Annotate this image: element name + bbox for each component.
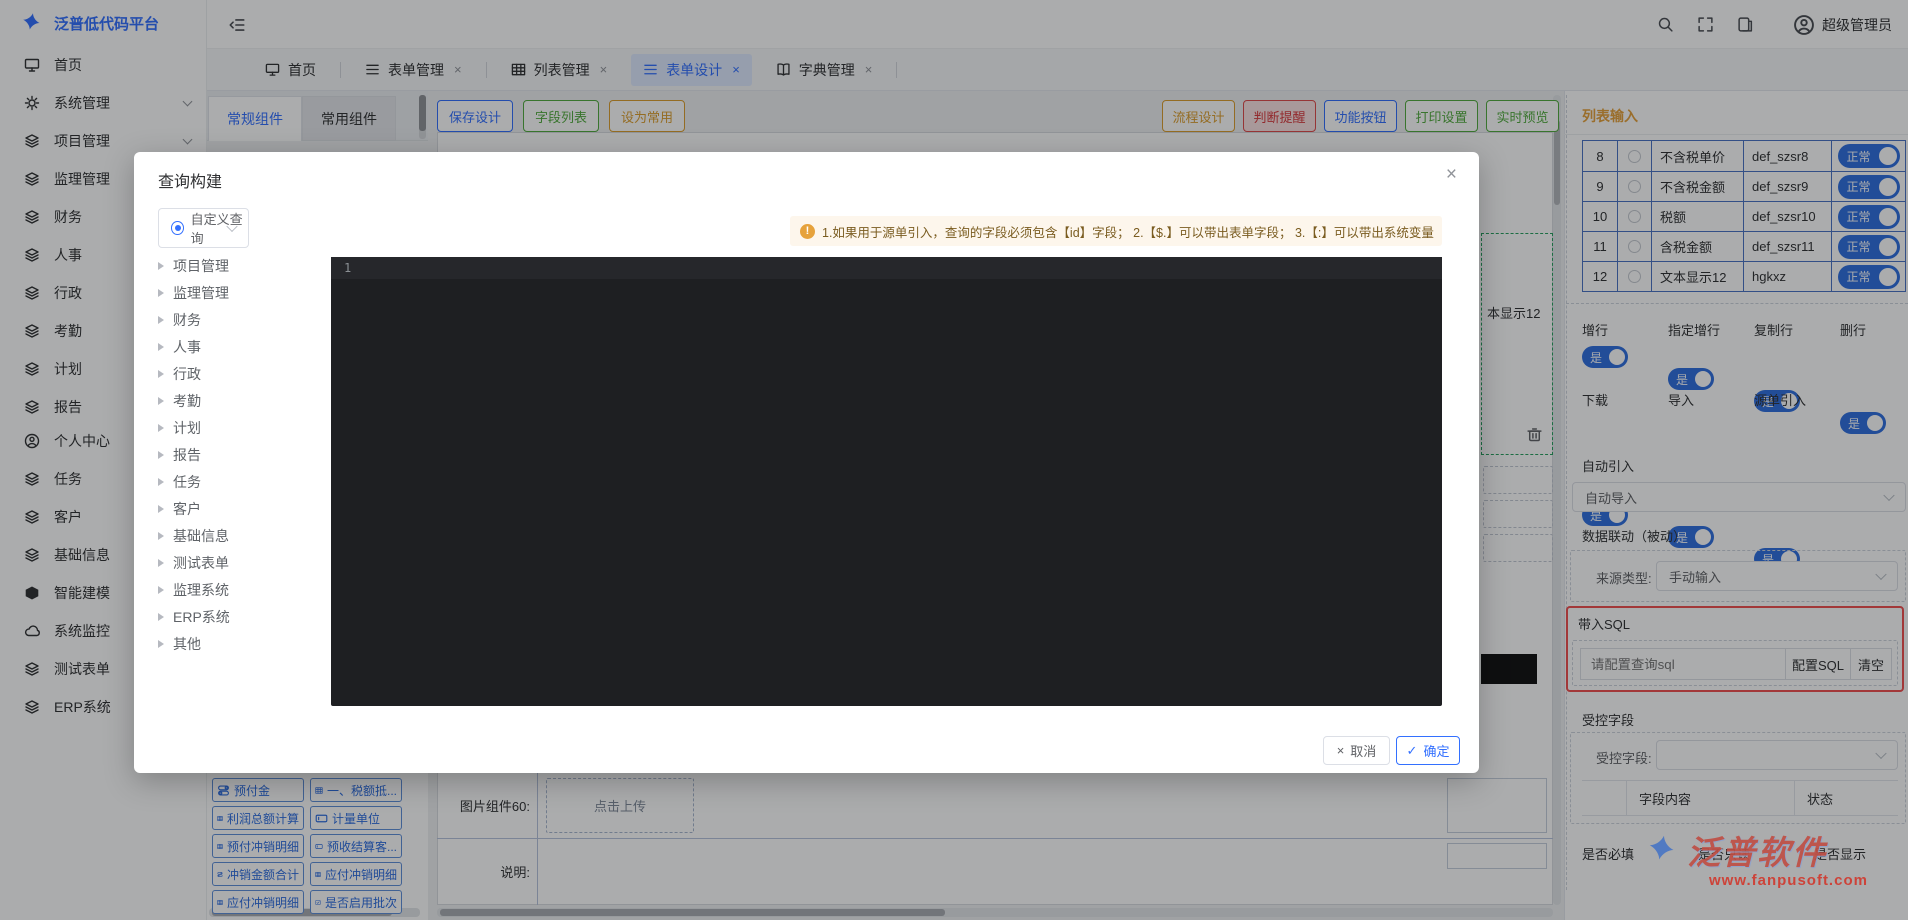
tree-item[interactable]: 监理管理	[154, 279, 330, 306]
caret-right-icon	[158, 505, 164, 513]
tree-item[interactable]: 行政	[154, 360, 330, 387]
tree-item[interactable]: 财务	[154, 306, 330, 333]
tree-item[interactable]: 项目管理	[154, 252, 330, 279]
sql-code-editor[interactable]: 1	[331, 257, 1442, 706]
caret-right-icon	[158, 262, 164, 270]
caret-right-icon	[158, 343, 164, 351]
radio-dot	[171, 221, 184, 235]
tree-item[interactable]: 监理系统	[154, 576, 330, 603]
warning-icon: !	[800, 224, 815, 239]
caret-right-icon	[158, 289, 164, 297]
check-icon: ✓	[1407, 743, 1418, 759]
caret-right-icon	[158, 370, 164, 378]
caret-right-icon	[158, 532, 164, 540]
tree-item[interactable]: 计划	[154, 414, 330, 441]
caret-right-icon	[158, 586, 164, 594]
warning-banner: ! 1.如果用于源单引入，查询的字段必须包含【id】字段； 2.【$.】可以带出…	[790, 216, 1442, 246]
close-icon: ×	[1337, 743, 1345, 758]
caret-right-icon	[158, 640, 164, 648]
confirm-button[interactable]: ✓ 确定	[1396, 736, 1460, 765]
tree-item[interactable]: 基础信息	[154, 522, 330, 549]
tree-item[interactable]: 考勤	[154, 387, 330, 414]
tree-item[interactable]: 测试表单	[154, 549, 330, 576]
app-window: 泛普低代码平台 首页 系统管理 项目管理 监理管理 财务 人事 行政 考勤 计划…	[0, 0, 1908, 920]
query-builder-dialog: 查询构建 × 查询生成器 自定义查询 ! 1.如果用于源单引入，查询的字段必须包…	[134, 152, 1479, 773]
watermark-url: www.fanpusoft.com	[1709, 872, 1868, 889]
cancel-button[interactable]: × 取消	[1323, 736, 1390, 765]
caret-right-icon	[158, 397, 164, 405]
tree-item[interactable]: 人事	[154, 333, 330, 360]
caret-right-icon	[158, 451, 164, 459]
editor-active-line	[331, 257, 1442, 279]
tree-item[interactable]: 任务	[154, 468, 330, 495]
caret-right-icon	[158, 424, 164, 432]
fanpu-watermark-icon	[1645, 831, 1683, 869]
warning-text: 1.如果用于源单引入，查询的字段必须包含【id】字段； 2.【$.】可以带出表单…	[822, 222, 1434, 241]
dialog-title: 查询构建	[158, 168, 222, 192]
tree-item[interactable]: 报告	[154, 441, 330, 468]
editor-line-number: 1	[344, 261, 351, 275]
close-icon[interactable]: ×	[1446, 164, 1457, 186]
tree-item[interactable]: 其他	[154, 630, 330, 657]
caret-right-icon	[158, 316, 164, 324]
tree-item[interactable]: 客户	[154, 495, 330, 522]
query-mode-radios: 查询生成器 自定义查询	[158, 218, 249, 238]
watermark-name: 泛普软件	[1687, 826, 1827, 874]
watermark: 泛普软件 www.fanpusoft.com	[1645, 826, 1868, 889]
module-tree: 项目管理 监理管理 财务 人事 行政 考勤 计划 报告 任务 客户 基础信息 测…	[154, 252, 330, 657]
caret-right-icon	[158, 613, 164, 621]
caret-right-icon	[158, 559, 164, 567]
caret-right-icon	[158, 478, 164, 486]
radio-custom-query[interactable]: 自定义查询	[158, 208, 249, 248]
tree-item[interactable]: ERP系统	[154, 603, 330, 630]
